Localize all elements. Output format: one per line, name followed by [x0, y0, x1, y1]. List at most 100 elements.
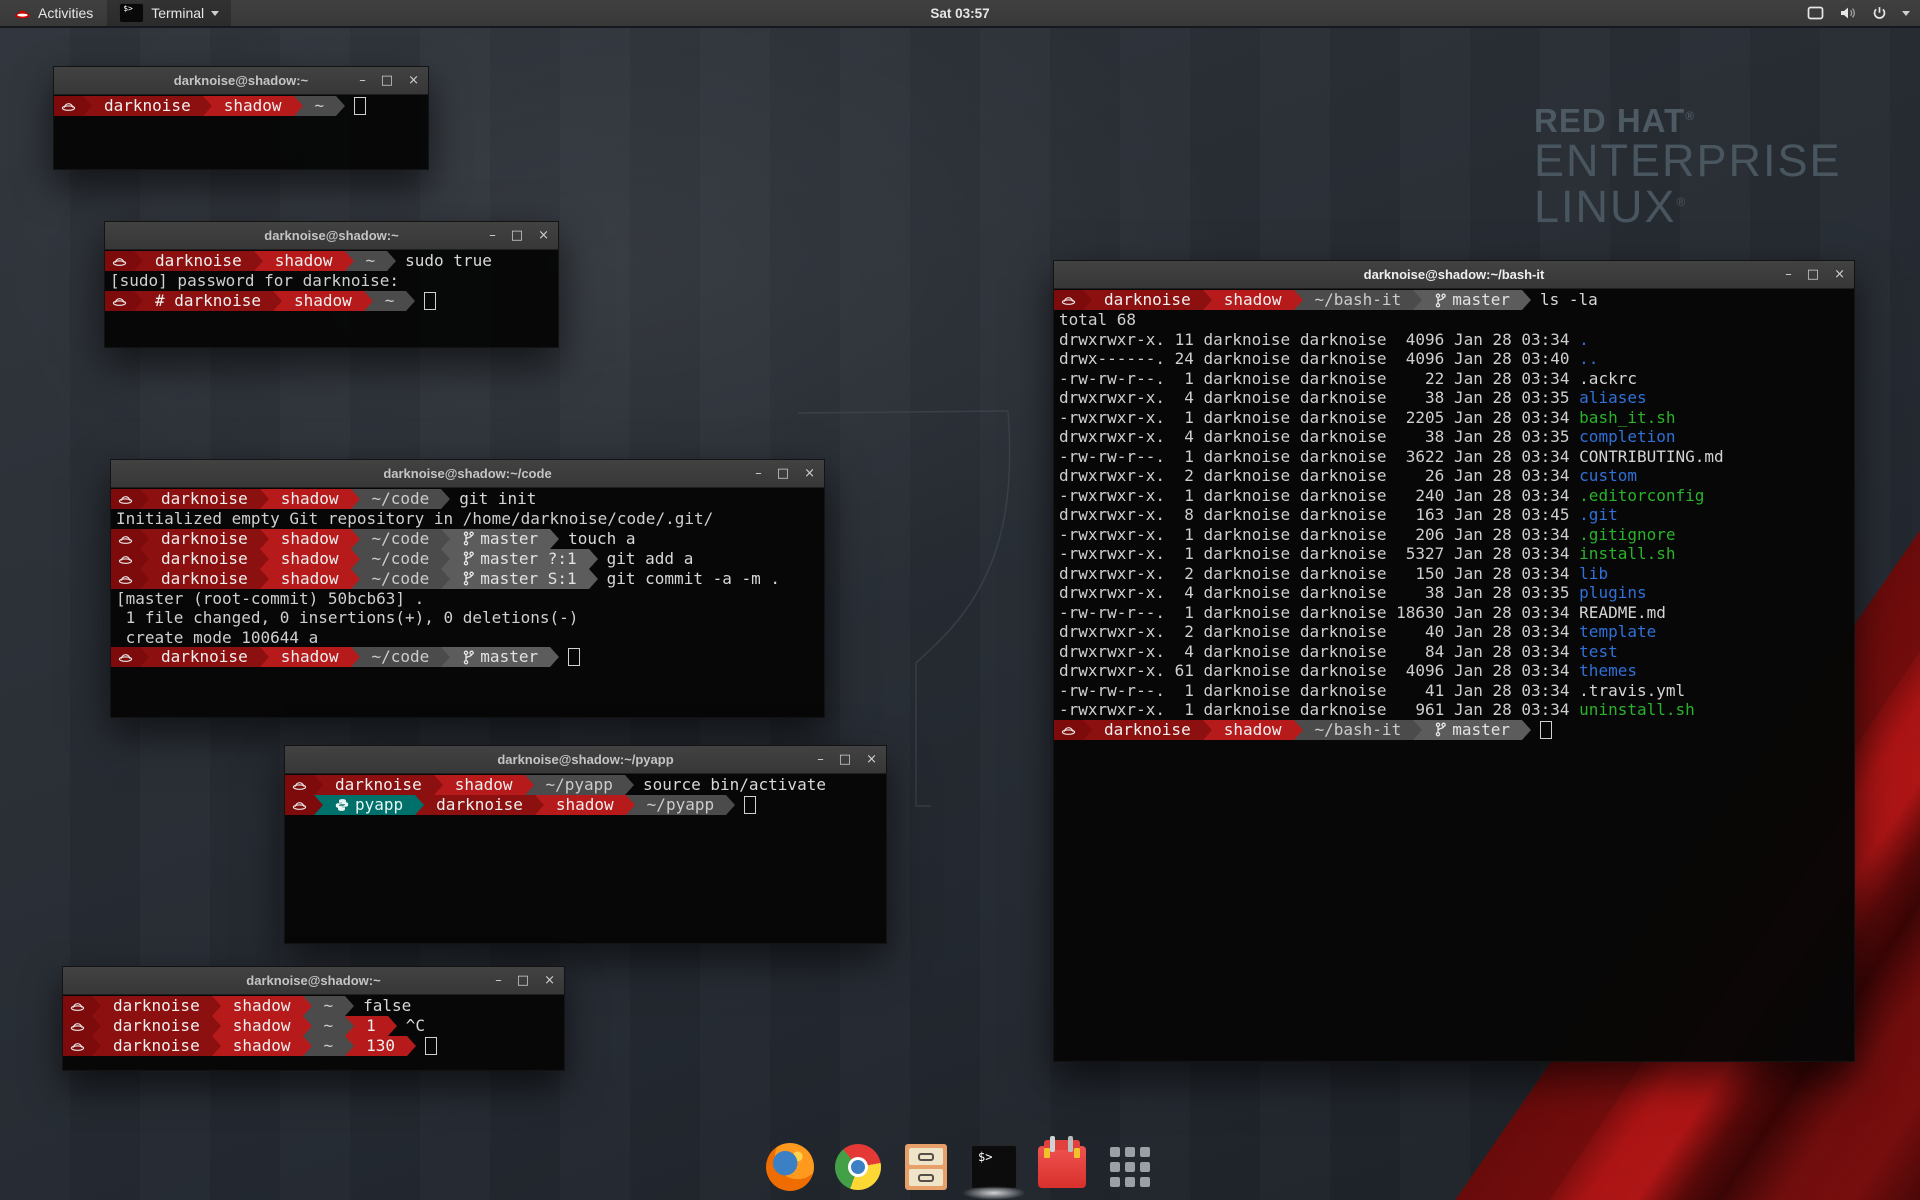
- prompt-segment-darknoise: darknoise: [149, 549, 260, 569]
- powerline-arrow-icon: [441, 549, 450, 569]
- prompt-row: darknoiseshadow~/bash-itmasterls -la: [1054, 290, 1854, 310]
- powerline-arrow-icon: [406, 291, 415, 311]
- terminal-body[interactable]: darknoiseshadow~falsedarknoiseshadow~1^C…: [63, 995, 564, 1056]
- close-button[interactable]: ×: [538, 229, 549, 242]
- maximize-button[interactable]: □: [381, 74, 393, 87]
- terminal-body[interactable]: darknoiseshadow~sudo true[sudo] password…: [105, 250, 558, 311]
- terminal-cursor: [744, 796, 756, 814]
- redhat-icon: [292, 799, 307, 811]
- powerline-arrow-icon: [364, 291, 373, 311]
- activities-button[interactable]: Activities: [0, 0, 107, 26]
- git-branch-icon: [462, 650, 475, 665]
- minimize-button[interactable]: –: [489, 229, 496, 242]
- ls-row: drwxrwxr-x. 2 darknoise darknoise 26 Jan…: [1054, 466, 1854, 486]
- prompt-segment: [63, 996, 92, 1016]
- powerline-arrow-icon: [345, 251, 354, 271]
- dock-item-chrome[interactable]: [833, 1142, 883, 1192]
- powerline-arrow-icon: [254, 251, 263, 271]
- firefox-icon: [766, 1143, 814, 1191]
- maximize-button[interactable]: □: [839, 753, 851, 766]
- minimize-button[interactable]: –: [495, 974, 502, 987]
- prompt-segment-darknoise: darknoise: [1092, 720, 1203, 740]
- close-button[interactable]: ×: [544, 974, 555, 987]
- ls-filename: lib: [1579, 564, 1608, 583]
- screen-icon[interactable]: [1807, 6, 1824, 20]
- dock-item-firefox[interactable]: [765, 1142, 815, 1192]
- dock-item-files[interactable]: [901, 1142, 951, 1192]
- prompt-segment: [111, 489, 140, 509]
- ls-filename: .: [1579, 330, 1589, 349]
- redhat-icon: [70, 1040, 85, 1052]
- prompt-segment-shadow: shadow: [269, 569, 351, 589]
- app-menu-terminal[interactable]: $> Terminal: [107, 0, 231, 26]
- terminal-body[interactable]: darknoiseshadow~/pyappsource bin/activat…: [285, 774, 886, 815]
- maximize-button[interactable]: □: [511, 229, 523, 242]
- volume-icon[interactable]: [1839, 6, 1857, 20]
- clock-button[interactable]: Sat 03:57: [930, 6, 989, 21]
- ls-filename: aliases: [1579, 388, 1646, 407]
- powerline-arrow-icon: [434, 775, 443, 795]
- terminal-cursor: [425, 1037, 437, 1055]
- powerline-arrow-icon: [589, 569, 598, 589]
- minimize-button[interactable]: –: [1785, 268, 1792, 281]
- command-text: ^C: [397, 1016, 425, 1036]
- chevron-down-icon: [211, 11, 219, 16]
- powerline-arrow-icon: [303, 1016, 312, 1036]
- app-grid-icon: [1110, 1147, 1150, 1187]
- prompt-segment--pyapp: ~/pyapp: [635, 795, 726, 815]
- dock-item-terminal[interactable]: $>: [969, 1142, 1019, 1192]
- powerline-arrow-icon: [388, 1016, 397, 1036]
- ls-row: -rwxrwxr-x. 1 darknoise darknoise 240 Ja…: [1054, 486, 1854, 506]
- window-titlebar[interactable]: darknoise@shadow:~/bash-it–□×: [1054, 261, 1854, 289]
- powerline-arrow-icon: [336, 96, 345, 116]
- close-button[interactable]: ×: [866, 753, 877, 766]
- powerline-arrow-icon: [314, 795, 323, 815]
- powerline-arrow-icon: [1203, 720, 1212, 740]
- close-button[interactable]: ×: [1834, 268, 1845, 281]
- terminal-window-home-1: darknoise@shadow:~ – □ × darknoiseshadow~: [53, 66, 429, 170]
- git-branch-icon: [1434, 722, 1447, 737]
- terminal-window-home-sudo: darknoise@shadow:~–□×darknoiseshadow~sud…: [104, 221, 559, 348]
- command-text: false: [354, 996, 411, 1016]
- redhat-icon: [70, 1020, 85, 1032]
- chevron-down-icon[interactable]: [1902, 11, 1910, 16]
- close-button[interactable]: ×: [804, 467, 815, 480]
- prompt-segment-darknoise: darknoise: [149, 569, 260, 589]
- minimize-button[interactable]: –: [359, 74, 366, 87]
- terminal-body[interactable]: darknoiseshadow~: [54, 95, 428, 116]
- dock-item-app-grid[interactable]: [1105, 1142, 1155, 1192]
- window-titlebar[interactable]: darknoise@shadow:~ – □ ×: [54, 67, 428, 95]
- window-title: darknoise@shadow:~: [174, 73, 308, 88]
- powerline-arrow-icon: [212, 996, 221, 1016]
- powerline-arrow-icon: [303, 1036, 312, 1056]
- window-titlebar[interactable]: darknoise@shadow:~/pyapp–□×: [285, 746, 886, 774]
- maximize-button[interactable]: □: [517, 974, 529, 987]
- dock-item-toolbox[interactable]: [1037, 1142, 1087, 1192]
- prompt-segment--: ~: [312, 1036, 346, 1056]
- prompt-segment--code: ~/code: [360, 549, 442, 569]
- maximize-button[interactable]: □: [1807, 268, 1819, 281]
- activities-label: Activities: [38, 5, 93, 21]
- terminal-cursor: [1540, 721, 1552, 739]
- prompt-segment-shadow: shadow: [1212, 720, 1294, 740]
- powerline-arrow-icon: [345, 1016, 354, 1036]
- minimize-button[interactable]: –: [817, 753, 824, 766]
- maximize-button[interactable]: □: [777, 467, 789, 480]
- terminal-app-icon: $>: [119, 3, 144, 23]
- window-titlebar[interactable]: darknoise@shadow:~/code–□×: [111, 460, 824, 488]
- terminal-window-code: darknoise@shadow:~/code–□×darknoiseshado…: [110, 459, 825, 718]
- redhat-icon: [1061, 724, 1076, 736]
- prompt-segment: [285, 775, 314, 795]
- close-button[interactable]: ×: [408, 74, 419, 87]
- power-icon[interactable]: [1872, 6, 1887, 21]
- window-titlebar[interactable]: darknoise@shadow:~–□×: [63, 967, 564, 995]
- minimize-button[interactable]: –: [755, 467, 762, 480]
- command-text: touch a: [559, 529, 635, 549]
- terminal-body[interactable]: darknoiseshadow~/codegit initInitialized…: [111, 488, 824, 667]
- window-titlebar[interactable]: darknoise@shadow:~–□×: [105, 222, 558, 250]
- output-line: Initialized empty Git repository in /hom…: [111, 509, 824, 529]
- terminal-body[interactable]: darknoiseshadow~/bash-itmasterls -latota…: [1054, 289, 1854, 740]
- prompt-segment-shadow: shadow: [221, 1036, 303, 1056]
- top-bar-left: Activities $> Terminal: [0, 0, 231, 26]
- prompt-segment-shadow: shadow: [1212, 290, 1294, 310]
